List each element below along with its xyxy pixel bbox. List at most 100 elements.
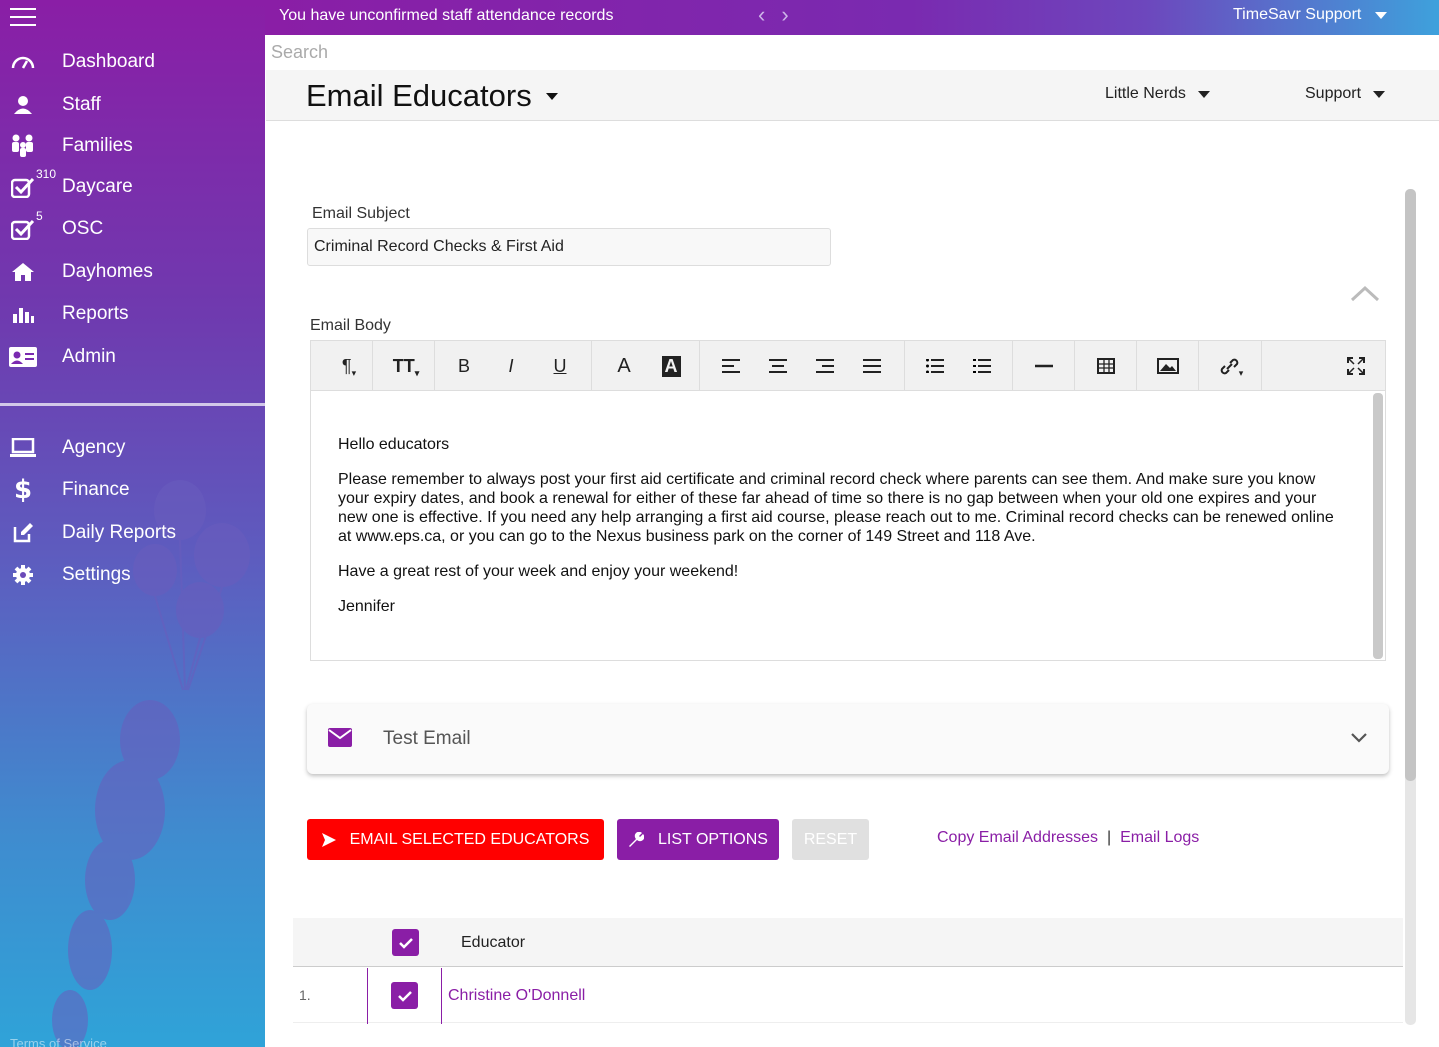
align-right-icon[interactable] [810,341,840,391]
person-icon [9,91,37,119]
top-bar: You have unconfirmed staff attendance re… [265,0,1439,35]
email-logs-link[interactable]: Email Logs [1120,829,1199,847]
chevron-left-icon[interactable]: ‹ [758,2,781,27]
test-email-panel[interactable]: Test Email [307,704,1389,774]
ordered-list-icon[interactable] [967,341,997,391]
reset-button[interactable]: RESET [792,819,869,860]
speedometer-icon [9,48,37,76]
fullscreen-icon[interactable] [1341,341,1371,391]
row-checkbox[interactable] [391,982,418,1009]
sidebar: Dashboard Staff Families 310 Daycare 5 O… [0,0,265,1047]
osc-count-badge: 5 [36,209,43,223]
educator-name-link[interactable]: Christine O'Donnell [448,987,585,1005]
horizontal-line-icon[interactable] [1029,341,1059,391]
checkbox-icon [9,215,37,243]
list-options-button[interactable]: LIST OPTIONS [617,819,779,860]
sidebar-item-label: Reports [62,303,129,324]
sidebar-item-families[interactable]: Families [0,126,265,166]
sidebar-item-admin[interactable]: Admin [0,337,265,377]
educator-table-header: Educator [293,918,1403,967]
align-left-icon[interactable] [716,341,746,391]
search-input[interactable] [266,36,1439,69]
editor-toolbar: ¶ ▾ TT ▾ B I U A A ▾ [311,341,1385,391]
page-title: Email Educators [306,78,532,113]
test-email-label: Test Email [383,728,471,749]
email-body-label: Email Body [310,317,391,334]
user-name: TimeSavr Support [1233,6,1362,23]
paragraph-format-icon[interactable]: ¶ ▾ [329,341,369,391]
email-selected-educators-button[interactable]: EMAIL SELECTED EDUCATORS [307,819,604,860]
chevron-up-icon[interactable] [1350,283,1380,303]
gear-icon [9,561,37,589]
check-icon [398,937,413,949]
email-subject-label: Email Subject [312,205,410,222]
educator-column-header: Educator [461,934,526,951]
daycare-count-badge: 310 [36,167,57,181]
email-body-content[interactable]: Hello educators Please remember to alway… [338,435,1348,632]
bold-button[interactable]: B [449,341,479,391]
check-icon [397,990,412,1002]
family-icon [9,132,37,160]
select-all-checkbox[interactable] [392,929,419,956]
button-label: EMAIL SELECTED EDUCATORS [349,830,590,848]
sidebar-item-label: Dayhomes [62,261,153,282]
button-label: LIST OPTIONS [658,830,768,848]
align-center-icon[interactable] [763,341,793,391]
support-label: Support [1305,85,1362,102]
send-icon [321,832,336,847]
button-label: RESET [803,830,858,848]
editor-scrollbar[interactable] [1373,393,1383,659]
center-selector[interactable]: Little Nerds [1105,85,1210,103]
sidebar-item-settings[interactable]: Settings [0,555,265,595]
sidebar-item-label: Dashboard [62,51,155,72]
font-size-icon[interactable]: TT ▾ [386,341,426,391]
user-menu[interactable]: TimeSavr Support [1233,6,1388,24]
scrollbar-thumb[interactable] [1405,189,1416,781]
sidebar-item-staff[interactable]: Staff [0,85,265,125]
terms-of-service-link[interactable]: Terms of Service [10,1036,107,1047]
unordered-list-icon[interactable] [920,341,950,391]
page-header: Email Educators Little Nerds Support [266,70,1439,121]
sidebar-item-osc[interactable]: 5 OSC [0,209,265,249]
sidebar-item-dayhomes[interactable]: Dayhomes [0,252,265,292]
align-justify-icon[interactable] [857,341,887,391]
link-separator: | [1106,829,1112,846]
table-icon[interactable] [1091,341,1121,391]
body-paragraph: Jennifer [338,598,395,615]
sidebar-item-finance[interactable]: $ Finance [0,470,265,510]
sidebar-item-label: Daily Reports [62,522,177,543]
rich-text-editor: ¶ ▾ TT ▾ B I U A A ▾ Hello educators Pleas… [310,340,1386,661]
bar-chart-icon [9,300,37,328]
link-icon[interactable]: ▾ [1211,341,1251,391]
chevron-down-icon [545,92,558,100]
email-subject-field[interactable] [307,228,831,266]
background-color-button[interactable]: A [656,341,686,391]
page-title-dropdown[interactable]: Email Educators [306,78,558,114]
sidebar-item-agency[interactable]: Agency [0,428,265,468]
main-scrollbar[interactable] [1405,189,1416,1025]
sidebar-item-reports[interactable]: Reports [0,294,265,334]
chevron-down-icon [1373,90,1386,98]
sidebar-item-daily-reports[interactable]: Daily Reports [0,513,265,553]
font-color-button[interactable]: A [609,341,639,391]
copy-email-addresses-link[interactable]: Copy Email Addresses [937,829,1098,847]
chevron-down-icon[interactable] [1350,732,1368,744]
support-menu[interactable]: Support [1305,85,1386,103]
italic-button[interactable]: I [496,341,526,391]
chevron-right-icon[interactable]: › [781,2,804,27]
dollar-icon: $ [13,475,33,505]
sidebar-item-dashboard[interactable]: Dashboard [0,42,265,82]
id-card-icon [9,343,37,371]
sidebar-item-daycare[interactable]: 310 Daycare [0,167,265,207]
center-name: Little Nerds [1105,85,1186,102]
image-icon[interactable] [1153,341,1183,391]
wrench-icon [629,831,645,847]
unconfirmed-attendance-notice[interactable]: You have unconfirmed staff attendance re… [279,7,613,25]
menu-icon[interactable] [10,8,36,26]
sidebar-item-label: Families [62,135,133,156]
home-icon [9,258,37,286]
chevron-down-icon [1197,90,1210,98]
body-paragraph: Have a great rest of your week and enjoy… [338,563,739,580]
notice-navigation: ‹› [758,2,805,28]
underline-button[interactable]: U [545,341,575,391]
